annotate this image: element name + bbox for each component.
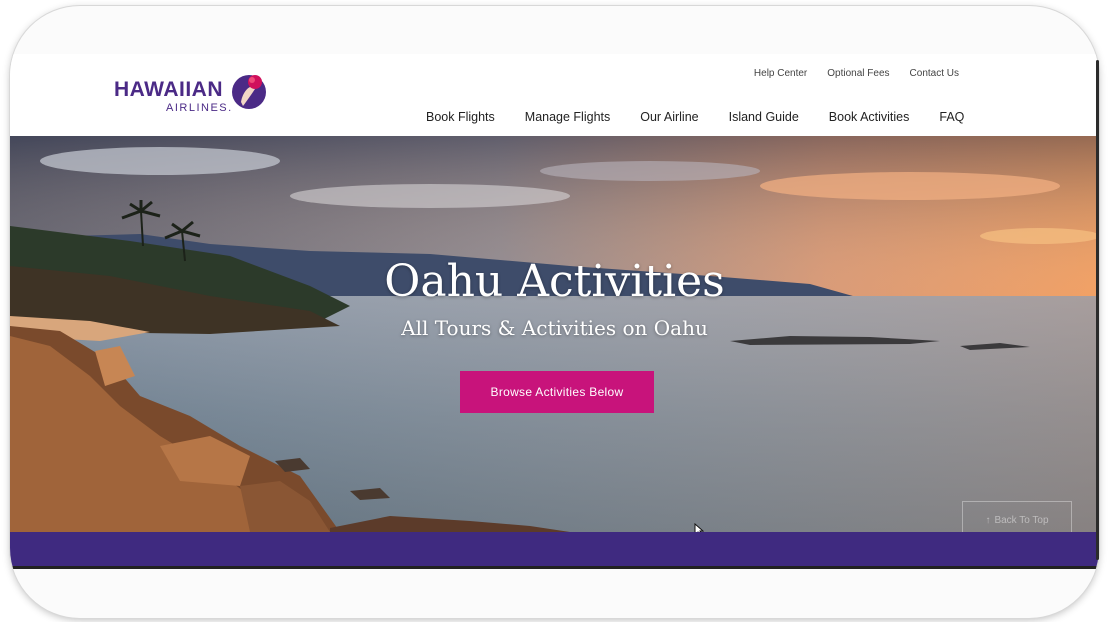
band-divider	[10, 566, 1099, 569]
browser-frame: HAWAIIAN AIRLINES. Help Center Optional …	[10, 6, 1099, 618]
help-center-link[interactable]: Help Center	[754, 68, 807, 79]
browse-activities-button[interactable]: Browse Activities Below	[460, 371, 654, 413]
contact-us-link[interactable]: Contact Us	[910, 68, 959, 79]
nav-our-airline[interactable]: Our Airline	[640, 110, 698, 124]
arrow-up-icon: ↑	[985, 514, 991, 526]
back-to-top-label: Back To Top	[994, 514, 1049, 526]
nav-faq[interactable]: FAQ	[939, 110, 964, 124]
nav-book-flights[interactable]: Book Flights	[426, 110, 495, 124]
purple-footer-band	[10, 532, 1099, 566]
hero-title: Oahu Activities	[384, 256, 725, 307]
hawaiian-airlines-logo[interactable]: HAWAIIAN AIRLINES.	[114, 72, 274, 118]
logo-subtitle: AIRLINES.	[166, 102, 233, 114]
hero-banner: Oahu Activities All Tours & Activities o…	[10, 136, 1099, 532]
nav-book-activities[interactable]: Book Activities	[829, 110, 910, 124]
pualani-logo-icon	[232, 75, 266, 109]
optional-fees-link[interactable]: Optional Fees	[827, 68, 889, 79]
hero-subtitle: All Tours & Activities on Oahu	[401, 316, 708, 340]
nav-island-guide[interactable]: Island Guide	[729, 110, 799, 124]
site-header: HAWAIIAN AIRLINES. Help Center Optional …	[10, 54, 1099, 139]
logo-wordmark: HAWAIIAN	[114, 78, 223, 101]
back-to-top-button[interactable]: ↑ Back To Top	[962, 501, 1072, 532]
utility-nav: Help Center Optional Fees Contact Us	[754, 68, 959, 79]
main-nav: Book Flights Manage Flights Our Airline …	[426, 110, 964, 124]
frame-edge	[1096, 60, 1099, 560]
mouse-cursor-icon	[694, 523, 704, 532]
nav-manage-flights[interactable]: Manage Flights	[525, 110, 610, 124]
